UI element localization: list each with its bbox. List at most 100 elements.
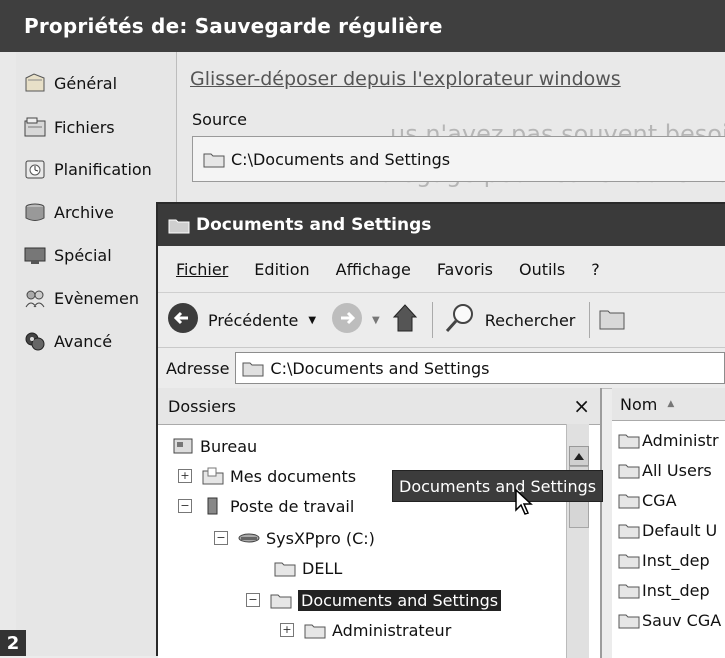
back-dropdown-icon[interactable]: ▼ <box>308 315 316 326</box>
tree-item-documents-and-settings[interactable]: − Documents and Settings <box>246 586 502 614</box>
menu-bar: Fichier Edition Affichage Favoris Outils… <box>158 246 725 293</box>
search-icon <box>443 301 477 339</box>
address-input[interactable]: C:\Documents and Settings <box>235 352 725 384</box>
source-field[interactable]: C:\Documents and Settings <box>192 136 725 182</box>
general-icon <box>22 71 48 95</box>
back-button[interactable]: Précédente ▼ <box>166 301 316 339</box>
search-label: Rechercher <box>484 310 576 330</box>
folders-scrollbar[interactable] <box>566 424 589 658</box>
list-item[interactable]: Administr <box>618 426 719 454</box>
archive-icon <box>22 200 48 224</box>
sidebar-item-label: Fichiers <box>54 117 115 137</box>
tree-item-label-selected: Documents and Settings <box>298 589 502 611</box>
forward-dropdown-icon[interactable]: ▼ <box>372 315 380 326</box>
sidebar-item-special[interactable]: Spécial <box>22 238 174 272</box>
sidebar-item-planification[interactable]: Planification <box>22 152 174 186</box>
drive-icon <box>238 529 260 547</box>
source-path: C:\Documents and Settings <box>231 149 451 169</box>
list-item[interactable]: CGA <box>618 486 677 514</box>
close-icon[interactable]: × <box>573 394 590 418</box>
properties-title: Propriétés de: Sauvegarde régulière <box>24 14 443 38</box>
collapse-icon[interactable]: − <box>246 593 260 607</box>
source-label: Source <box>192 110 247 129</box>
folder-icon <box>270 591 292 609</box>
sidebar-item-files[interactable]: Fichiers <box>22 110 174 144</box>
list-item[interactable]: Default U <box>618 516 717 544</box>
menu-fichier[interactable]: Fichier <box>176 260 228 279</box>
tree-item-label: Bureau <box>200 436 258 456</box>
properties-title-bar[interactable]: Propriétés de: Sauvegarde régulière <box>0 0 725 52</box>
folders-header: Dossiers × <box>158 388 600 425</box>
tree-item-dell[interactable]: DELL <box>274 554 342 582</box>
tree-item-administrateur[interactable]: + Administrateur <box>280 616 451 644</box>
folder-icon <box>618 491 640 509</box>
menu-affichage[interactable]: Affichage <box>336 260 411 279</box>
drag-tooltip: Documents and Settings <box>392 470 604 502</box>
list-item-label: Default U <box>642 520 718 540</box>
tree-item-bureau[interactable]: Bureau <box>172 432 257 460</box>
properties-main: Glisser-déposer depuis l'explorateur win… <box>178 52 725 202</box>
folder-icon <box>274 559 296 577</box>
sidebar-item-label: Evènemen <box>54 288 139 308</box>
sort-ascending-icon: ▲ <box>667 399 675 409</box>
toolbar-separator <box>431 302 433 338</box>
tree-item-label: DELL <box>302 558 343 578</box>
address-label: Adresse <box>166 358 230 378</box>
tree-item-label: Administrateur <box>332 620 452 640</box>
list-item-label: Sauv CGA <box>642 610 722 630</box>
explorer-title: Documents and Settings <box>196 215 432 235</box>
list-item[interactable]: Inst_dep <box>618 546 710 574</box>
sidebar-item-events[interactable]: Evènemen <box>22 281 174 315</box>
menu-edition[interactable]: Edition <box>254 260 309 279</box>
monitor-icon <box>22 243 48 267</box>
menu-outils[interactable]: Outils <box>519 260 565 279</box>
list-item-label: Administr <box>642 430 719 450</box>
sidebar-item-label: Avancé <box>54 331 113 351</box>
forward-button[interactable]: ▼ <box>330 301 380 339</box>
computer-icon <box>202 497 224 515</box>
expand-icon[interactable]: + <box>280 623 294 637</box>
up-folder-icon <box>392 301 422 339</box>
folders-pane: Dossiers × Bureau + Mes documents − Post… <box>158 388 602 658</box>
clock-icon <box>22 157 48 181</box>
scroll-up-icon[interactable] <box>569 446 589 466</box>
tree-item-label: Poste de travail <box>230 496 355 516</box>
tree-item-label: Mes documents <box>230 466 357 486</box>
tree-item-poste-de-travail[interactable]: − Poste de travail <box>178 492 354 520</box>
expand-icon[interactable]: + <box>178 469 192 483</box>
explorer-title-bar[interactable]: Documents and Settings <box>158 204 725 246</box>
collapse-icon[interactable]: − <box>178 499 192 513</box>
drag-drop-heading[interactable]: Glisser-déposer depuis l'explorateur win… <box>190 68 621 90</box>
tree-item-mes-documents[interactable]: + Mes documents <box>178 462 356 490</box>
folders-button[interactable] <box>598 303 628 337</box>
list-item[interactable]: Sauv CGA <box>618 606 721 634</box>
mouse-cursor-icon <box>514 488 536 520</box>
desktop-icon <box>172 437 194 455</box>
menu-favoris[interactable]: Favoris <box>437 260 493 279</box>
folder-icon <box>242 359 264 377</box>
list-item[interactable]: All Users <box>618 456 712 484</box>
files-icon <box>22 115 48 139</box>
folders-title: Dossiers <box>168 396 236 416</box>
sidebar-item-archive[interactable]: Archive <box>22 195 174 229</box>
search-button[interactable]: Rechercher <box>443 301 576 339</box>
list-item-label: All Users <box>642 460 712 480</box>
back-label: Précédente <box>208 310 299 330</box>
list-item-label: Inst_dep <box>642 550 710 570</box>
sidebar-item-advanced[interactable]: Avancé <box>22 324 174 358</box>
tree-item-label: SysXPpro (C:) <box>266 528 375 548</box>
explorer-window: Documents and Settings Fichier Edition A… <box>156 202 725 658</box>
up-button[interactable] <box>392 301 422 339</box>
address-bar: Adresse C:\Documents and Settings <box>158 348 725 389</box>
file-list-pane: Nom ▲ Administr All Users CGA Default U … <box>612 388 725 658</box>
list-item[interactable]: Inst_dep <box>618 576 710 604</box>
folder-icon <box>168 216 190 234</box>
advanced-icon <box>22 329 48 353</box>
menu-help[interactable]: ? <box>591 260 600 279</box>
column-header-name[interactable]: Nom ▲ <box>612 388 725 421</box>
folder-icon <box>618 551 640 569</box>
tree-item-sysxppro[interactable]: − SysXPpro (C:) <box>214 524 375 552</box>
collapse-icon[interactable]: − <box>214 531 228 545</box>
sidebar-item-general[interactable]: Général <box>22 66 174 100</box>
back-arrow-icon <box>166 301 200 339</box>
